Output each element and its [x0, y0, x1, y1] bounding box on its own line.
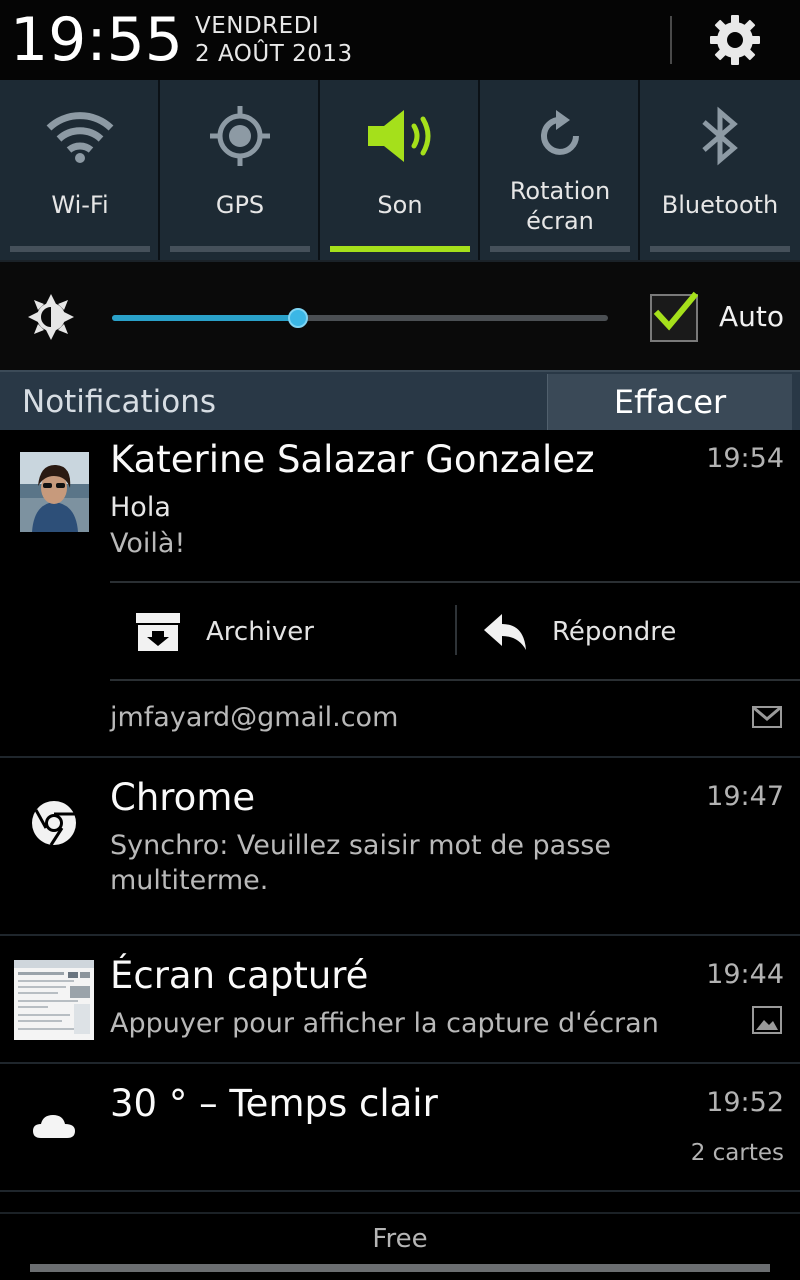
divider — [455, 605, 457, 655]
gps-icon — [210, 106, 270, 166]
carrier-label: Free — [372, 1224, 428, 1254]
archive-icon — [136, 613, 180, 651]
brightness-slider[interactable] — [112, 308, 608, 328]
brightness-icon — [28, 294, 74, 340]
reply-label: Répondre — [552, 617, 677, 647]
screenshot-thumbnail — [14, 960, 94, 1040]
notification-text: Appuyer pour afficher la capture d'écran — [110, 1008, 659, 1039]
image-icon — [752, 1006, 782, 1034]
brightness-slider-fill — [112, 315, 298, 321]
date-label: 2 AOÛT 2013 — [195, 41, 353, 67]
cloud-icon — [33, 1115, 75, 1138]
toggle-state-bar — [490, 246, 630, 252]
notification-time: 19:44 — [706, 959, 784, 990]
divider — [0, 1190, 800, 1192]
toggle-label: GPS — [215, 191, 265, 219]
clock: 19:55 — [10, 5, 183, 75]
avatar — [20, 452, 89, 532]
drag-handle[interactable] — [30, 1264, 770, 1272]
toggle-bluetooth[interactable]: Bluetooth — [640, 80, 800, 260]
carrier-footer: Free — [0, 1212, 800, 1280]
rotation-icon — [541, 110, 579, 155]
wifi-icon — [46, 112, 114, 163]
bluetooth-icon — [702, 106, 738, 166]
toggle-label-line2: écran — [526, 207, 594, 235]
archive-label: Archiver — [206, 617, 314, 647]
chrome-icon — [32, 801, 76, 846]
toggle-state-bar — [330, 246, 470, 252]
notification-title: Chrome — [110, 776, 256, 819]
status-header: 19:55 VENDREDI 2 AOÛT 2013 — [0, 0, 800, 80]
notification-count: 2 cartes — [690, 1140, 784, 1166]
checkmark-icon — [653, 291, 698, 331]
brightness-row: Auto — [0, 260, 800, 370]
toggle-state-bar — [650, 246, 790, 252]
archive-button[interactable]: Archiver — [134, 583, 314, 681]
notifications-header: Notifications Effacer — [0, 370, 800, 430]
notification-subject: Hola — [110, 492, 171, 523]
divider — [110, 679, 800, 681]
toggle-label: Son — [377, 191, 423, 219]
gear-icon — [710, 15, 760, 65]
notification-actions: Archiver Répondre — [0, 583, 800, 679]
notification-gmail[interactable]: Katerine Salazar Gonzalez 19:54 Hola Voi… — [0, 430, 800, 756]
auto-brightness-checkbox[interactable] — [650, 291, 698, 342]
notification-time: 19:52 — [706, 1087, 784, 1118]
toggle-wifi[interactable]: Wi-Fi — [0, 80, 160, 260]
toggle-sound[interactable]: Son — [320, 80, 480, 260]
toggle-state-bar — [170, 246, 310, 252]
settings-button[interactable] — [700, 8, 770, 72]
speaker-icon — [368, 110, 431, 162]
auto-brightness-label: Auto — [719, 300, 785, 333]
toggle-gps[interactable]: GPS — [160, 80, 320, 260]
notification-title: Katerine Salazar Gonzalez — [110, 438, 595, 481]
day-label: VENDREDI — [195, 13, 320, 39]
toggle-label: Bluetooth — [661, 191, 779, 219]
notification-snippet: Voilà! — [110, 528, 186, 559]
notification-title: 30 ° – Temps clair — [110, 1082, 438, 1125]
brightness-slider-thumb[interactable] — [288, 308, 308, 328]
reply-button[interactable]: Répondre — [482, 583, 676, 681]
notification-time: 19:47 — [706, 781, 784, 812]
header-divider — [670, 16, 672, 64]
notification-time: 19:54 — [706, 443, 784, 474]
notification-screenshot[interactable]: Écran capturé 19:44 Appuyer pour affiche… — [0, 936, 800, 1062]
notification-weather[interactable]: 30 ° – Temps clair 19:52 2 cartes — [0, 1064, 800, 1190]
notification-title: Écran capturé — [110, 954, 369, 997]
reply-icon — [484, 614, 526, 650]
toggle-state-bar — [10, 246, 150, 252]
clear-button[interactable]: Effacer — [547, 374, 792, 430]
toggle-label-line1: Rotation — [509, 177, 611, 205]
account-email: jmfayard@gmail.com — [110, 702, 399, 733]
toggle-rotation[interactable]: Rotation écran — [480, 80, 640, 260]
toggle-label: Wi-Fi — [51, 191, 109, 219]
notification-text: Synchro: Veuillez saisir mot de passe mu… — [110, 830, 611, 896]
date-block: VENDREDI 2 AOÛT 2013 — [195, 12, 353, 68]
notifications-title: Notifications — [22, 384, 217, 420]
quick-settings-panel: Wi-Fi GPS Son Rotation écran Bluetooth — [0, 80, 800, 260]
notification-chrome[interactable]: Chrome 19:47 Synchro: Veuillez saisir mo… — [0, 758, 800, 934]
gmail-icon — [752, 706, 782, 728]
